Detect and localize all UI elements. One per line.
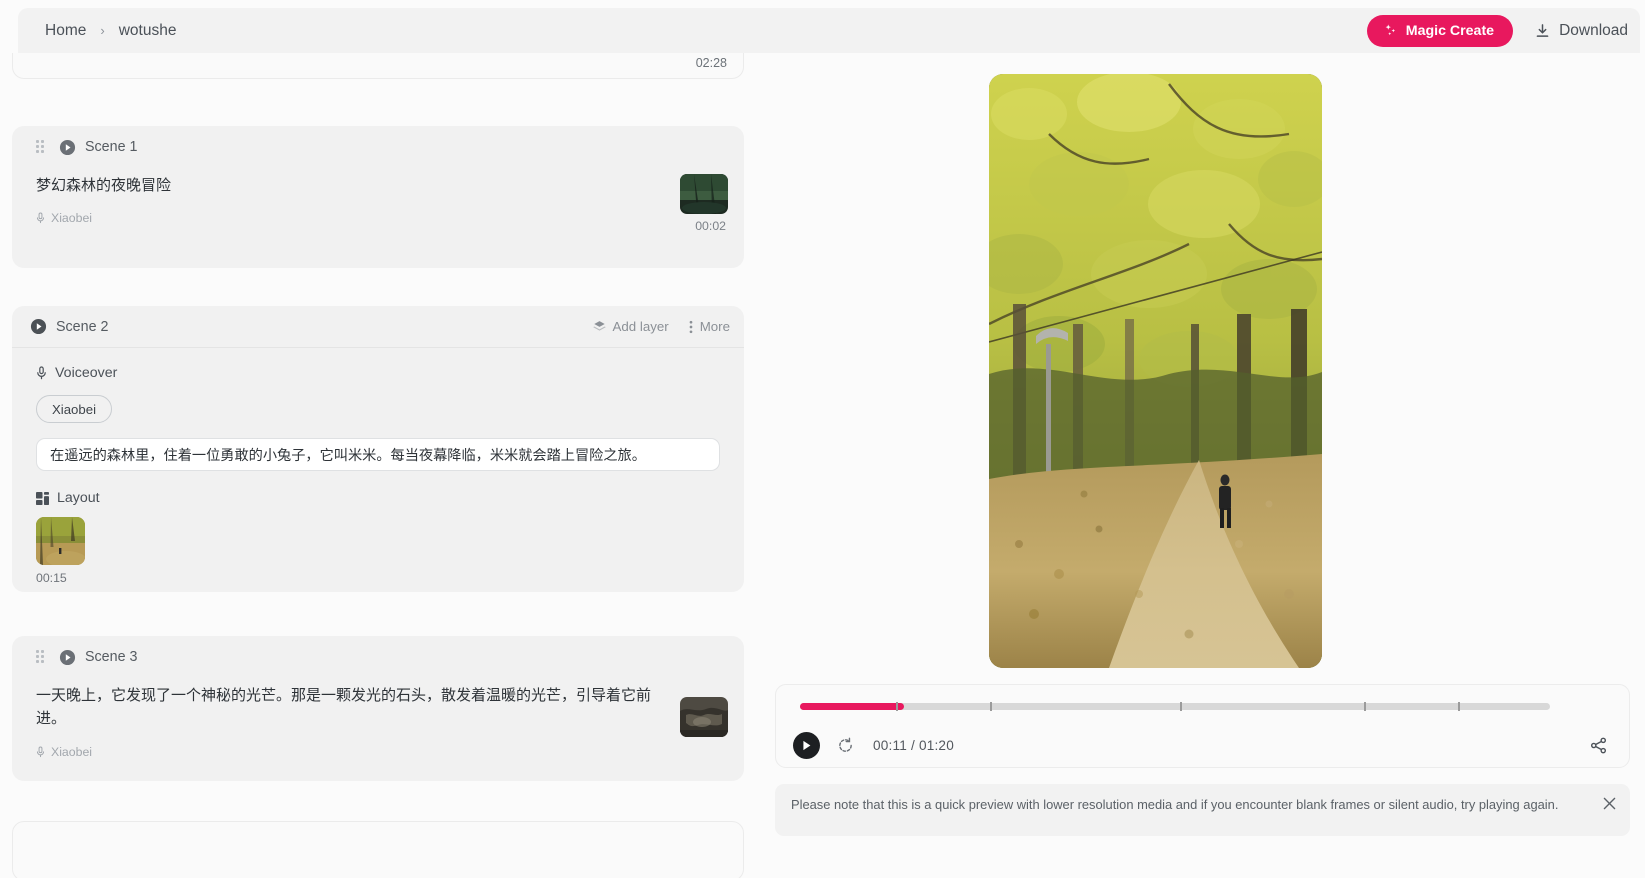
more-label: More — [699, 319, 730, 334]
progress-tick — [1458, 702, 1460, 711]
scene-script-text[interactable]: 梦幻森林的夜晚冒险 — [36, 174, 666, 197]
playback-time: 00:11 / 01:20 — [873, 737, 954, 753]
scene-thumbnail[interactable] — [680, 174, 728, 214]
scene-2-header: Scene 2 Add layer More — [12, 306, 744, 348]
add-layer-button[interactable]: Add layer — [592, 319, 669, 334]
top-bar: Home › wotushe Magic Create Download — [18, 8, 1640, 53]
download-icon — [1535, 23, 1550, 39]
layout-section: Layout 00:15 — [12, 471, 744, 585]
voice-name: Xiaobei — [51, 211, 93, 226]
play-icon[interactable] — [59, 139, 76, 156]
layout-duration: 00:15 — [36, 571, 67, 585]
play-icon[interactable] — [59, 649, 76, 666]
breadcrumb-separator-icon: › — [100, 23, 105, 38]
scene-voice-info: Xiaobei — [36, 745, 720, 759]
download-label: Download — [1559, 21, 1628, 39]
breadcrumb: Home › wotushe — [45, 22, 176, 40]
drag-handle-icon[interactable] — [36, 650, 47, 664]
scene-script-input[interactable]: 在遥远的森林里，住着一位勇敢的小兔子，它叫米米。每当夜幕降临，米米就会踏上冒险之… — [36, 438, 720, 471]
preview-notice-banner: Please note that this is a quick preview… — [775, 784, 1630, 836]
scene-list-panel[interactable]: 02:28 Scene 1 梦幻森林的夜晚冒险 Xiaobei 00:02 Sc… — [0, 53, 758, 878]
playback-controls-row: 00:11 / 01:20 — [793, 725, 1615, 765]
layout-section-label: Layout — [36, 490, 720, 506]
app-root: Home › wotushe Magic Create Download 02:… — [0, 0, 1645, 878]
progress-tick — [990, 702, 992, 711]
progress-tick — [1180, 702, 1182, 711]
scene-card-2[interactable]: Scene 2 Add layer More Voiceover Xiaobei… — [12, 306, 744, 592]
more-button[interactable]: More — [689, 319, 730, 334]
scene-card-3[interactable]: Scene 3 一天晚上，它发现了一个神秘的光芒。那是一颗发光的石头，散发着温暖… — [12, 636, 744, 781]
more-vertical-icon — [689, 320, 693, 334]
voiceover-label: Voiceover — [55, 365, 118, 381]
scene-script-text[interactable]: 一天晚上，它发现了一个神秘的光芒。那是一颗发光的石头，散发着温暖的光芒，引导着它… — [36, 684, 666, 731]
voice-name: Xiaobei — [51, 744, 93, 759]
scene-title: Scene 2 — [56, 318, 109, 335]
voiceover-section: Voiceover Xiaobei — [12, 348, 744, 423]
share-icon[interactable] — [1590, 737, 1607, 754]
magic-create-button[interactable]: Magic Create — [1366, 14, 1514, 47]
scene-2-actions: Add layer More — [592, 319, 730, 334]
microphone-icon — [36, 212, 45, 224]
magic-create-label: Magic Create — [1405, 22, 1495, 39]
layout-label: Layout — [57, 490, 100, 506]
progress-track[interactable] — [800, 702, 1550, 711]
scene-card-next-partial[interactable] — [12, 821, 744, 878]
microphone-icon — [36, 366, 47, 380]
magic-sparkle-icon — [1383, 23, 1398, 38]
scene-duration: 02:28 — [695, 56, 727, 70]
scene-3-body: 一天晚上，它发现了一个神秘的光芒。那是一颗发光的石头，散发着温暖的光芒，引导着它… — [12, 678, 744, 775]
voice-selector-chip[interactable]: Xiaobei — [36, 395, 112, 423]
scene-1-body: 梦幻森林的夜晚冒险 Xiaobei 00:02 — [12, 168, 744, 241]
scene-card-1[interactable]: Scene 1 梦幻森林的夜晚冒险 Xiaobei 00:02 — [12, 126, 744, 268]
progress-tick — [1364, 702, 1366, 711]
microphone-icon — [36, 746, 45, 758]
layout-thumbnail[interactable] — [36, 517, 85, 565]
notice-message: Please note that this is a quick preview… — [791, 797, 1559, 812]
scene-card-partial[interactable]: 02:28 — [12, 53, 744, 79]
scene-thumbnail[interactable] — [680, 697, 728, 737]
download-button[interactable]: Download — [1535, 22, 1628, 40]
preview-panel: 00:11 / 01:20 Please note that this is a… — [758, 53, 1645, 878]
breadcrumb-current-project[interactable]: wotushe — [119, 22, 177, 40]
video-player-controls: 00:11 / 01:20 — [775, 684, 1630, 768]
breadcrumb-home-link[interactable]: Home — [45, 22, 86, 40]
scene-title: Scene 3 — [85, 649, 138, 665]
close-icon[interactable] — [1603, 795, 1616, 810]
play-icon[interactable] — [30, 318, 47, 335]
scene-title: Scene 1 — [85, 139, 138, 155]
replay-icon[interactable] — [837, 737, 854, 754]
layers-icon — [592, 320, 606, 333]
top-bar-actions: Magic Create Download — [1366, 14, 1628, 47]
layout-grid-icon — [36, 491, 49, 505]
progress-fill — [800, 703, 904, 710]
scene-voice-info: Xiaobei — [36, 211, 720, 225]
scene-1-header: Scene 1 — [12, 126, 744, 168]
progress-tick — [896, 702, 898, 711]
video-preview[interactable] — [989, 74, 1322, 668]
scene-duration: 00:02 — [695, 219, 726, 234]
scene-3-header: Scene 3 — [12, 636, 744, 678]
voiceover-section-label: Voiceover — [36, 365, 720, 381]
play-button[interactable] — [793, 731, 820, 759]
drag-handle-icon[interactable] — [36, 140, 47, 154]
add-layer-label: Add layer — [612, 319, 669, 334]
